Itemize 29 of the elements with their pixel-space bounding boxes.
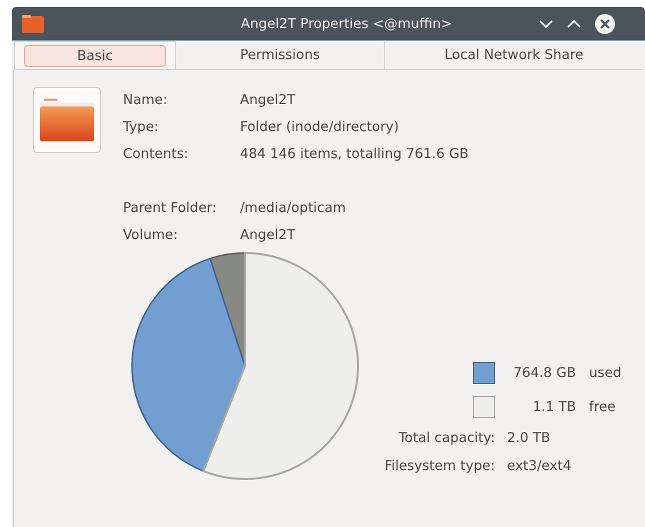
window-title: Angel2T Properties <@muffin> xyxy=(240,16,454,32)
usage-label: free xyxy=(589,399,617,415)
field-label: Total capacity: xyxy=(398,430,495,446)
field-value: 2.0 TB xyxy=(507,430,552,446)
tab[interactable]: Local Network Share xyxy=(385,44,643,66)
legend-swatch xyxy=(473,362,495,384)
field-value: 484 146 items, totalling 761.6 GB xyxy=(240,145,469,164)
maximize-icon[interactable] xyxy=(567,18,581,28)
field-label: Volume: xyxy=(123,226,179,245)
field-label: Type: xyxy=(123,118,160,137)
field-value: ext3/ext4 xyxy=(507,458,572,474)
field-label: Contents: xyxy=(123,145,190,164)
field-label: Parent Folder: xyxy=(123,199,218,218)
field-label: Filesystem type: xyxy=(384,458,495,474)
usage-label: used xyxy=(589,365,622,381)
field-value: Folder (inode/directory) xyxy=(240,118,400,137)
usage-amount: 764.8 GB xyxy=(512,365,576,381)
legend-swatch xyxy=(473,396,495,418)
minimize-icon[interactable] xyxy=(539,18,553,28)
field-label: Name: xyxy=(123,91,168,110)
field-value: Angel2T xyxy=(240,91,296,110)
close-icon[interactable] xyxy=(595,14,615,34)
field-value: /media/opticam xyxy=(240,199,347,218)
tab[interactable]: Basic xyxy=(24,44,166,66)
folder-icon xyxy=(22,14,44,32)
field-value: Angel2T xyxy=(240,226,296,245)
tab[interactable]: Permissions xyxy=(176,44,384,66)
folder-icon xyxy=(33,87,101,153)
usage-amount: 1.1 TB xyxy=(532,399,576,415)
